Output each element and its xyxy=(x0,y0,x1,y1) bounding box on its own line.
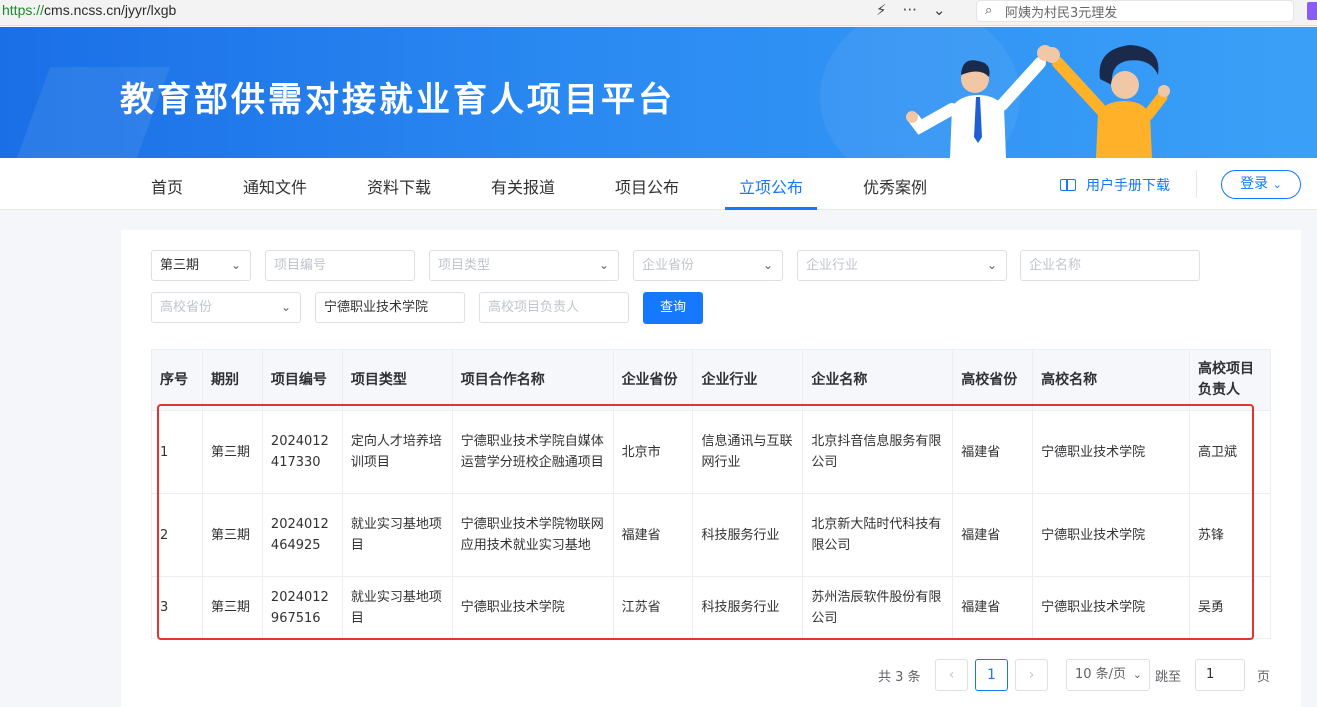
project-type-select[interactable]: 项目类型 ⌄ xyxy=(429,250,619,281)
table-header-row: 序号 期别 项目编号 项目类型 项目合作名称 企业省份 企业行业 企业名称 高校… xyxy=(151,349,1272,411)
chevron-down-icon: ⌄ xyxy=(598,258,609,272)
address-bar[interactable]: https://cms.ncss.cn/jyyr/lxgb xyxy=(2,2,176,18)
url-path: cms.ncss.cn/jyyr/lxgb xyxy=(44,2,177,18)
highlight-annotation-box xyxy=(157,404,1254,640)
school-province-placeholder: 高校省份 xyxy=(160,300,213,315)
extension-icon[interactable] xyxy=(1307,2,1317,20)
nav-item-home[interactable]: 首页 xyxy=(151,174,183,198)
school-province-select[interactable]: 高校省份 ⌄ xyxy=(151,292,301,323)
search-icon: ⌕ xyxy=(985,3,993,18)
browser-toolbar: https://cms.ncss.cn/jyyr/lxgb ⚡ ··· ⌄ ⌕ 阿姨… xyxy=(0,0,1317,26)
login-label: 登录 xyxy=(1240,176,1269,192)
url-scheme: https:// xyxy=(2,2,45,18)
jump-label: 跳至 xyxy=(1155,670,1182,685)
nav-item-approvals[interactable]: 立项公布 xyxy=(739,174,803,198)
col-header-company-name: 企业名称 xyxy=(802,349,954,411)
nav-item-notices[interactable]: 通知文件 xyxy=(243,174,307,198)
col-header-school-name: 高校名称 xyxy=(1032,349,1190,411)
page-size-value: 10 条/页 xyxy=(1075,667,1127,682)
school-name-value: 宁德职业技术学院 xyxy=(324,300,429,315)
site-banner: 教育部供需对接就业育人项目平台 xyxy=(0,27,1317,158)
manual-download-label: 用户手册下载 xyxy=(1086,178,1170,194)
school-leader-placeholder: 高校项目负责人 xyxy=(488,300,580,315)
school-name-input[interactable]: 宁德职业技术学院 xyxy=(315,292,465,323)
page-suffix-label: 页 xyxy=(1257,670,1271,685)
query-button[interactable]: 查询 xyxy=(643,292,703,324)
period-select[interactable]: 第三期 ⌄ xyxy=(151,250,251,281)
main-nav: 首页 通知文件 资料下载 有关报道 项目公布 立项公布 优秀案例 用户手册下载 … xyxy=(0,158,1317,210)
company-province-select[interactable]: 企业省份 ⌄ xyxy=(633,250,783,281)
more-icon[interactable]: ··· xyxy=(903,1,917,19)
chevron-down-icon: ⌄ xyxy=(986,258,997,272)
jump-page-input[interactable]: 1 xyxy=(1195,659,1245,691)
period-select-value: 第三期 xyxy=(160,258,200,273)
company-industry-select[interactable]: 企业行业 ⌄ xyxy=(797,250,1007,281)
school-leader-input[interactable]: 高校项目负责人 xyxy=(479,292,629,323)
nav-item-reports[interactable]: 有关报道 xyxy=(491,174,555,198)
col-header-company-industry: 企业行业 xyxy=(692,349,804,411)
chevron-down-icon: ⌄ xyxy=(1132,668,1142,681)
col-header-school-leader: 高校项目负责人 xyxy=(1188,349,1272,411)
browser-search-box[interactable]: ⌕ 阿姨为村民3元理发 xyxy=(976,0,1294,22)
chevron-down-icon[interactable]: ⌄ xyxy=(933,1,946,19)
company-name-input[interactable]: 企业名称 xyxy=(1020,250,1200,281)
col-header-school-province: 高校省份 xyxy=(952,349,1034,411)
manual-download-link[interactable]: 用户手册下载 xyxy=(1060,175,1170,195)
col-header-project-name: 项目合作名称 xyxy=(451,349,614,411)
nav-divider xyxy=(1196,170,1197,198)
nav-item-projects[interactable]: 项目公布 xyxy=(615,174,679,198)
page-size-select[interactable]: 10 条/页 ⌄ xyxy=(1066,659,1150,691)
project-number-input[interactable]: 项目编号 xyxy=(265,250,415,281)
page-number-button[interactable]: 1 xyxy=(975,659,1008,691)
chevron-down-icon: ⌄ xyxy=(762,258,773,272)
chevron-down-icon: ⌄ xyxy=(230,258,241,272)
col-header-company-province: 企业省份 xyxy=(612,349,694,411)
company-province-placeholder: 企业省份 xyxy=(642,258,695,273)
high-five-illustration-icon xyxy=(906,45,1170,158)
project-number-placeholder: 项目编号 xyxy=(274,258,327,273)
browser-icons: ⚡ ··· ⌄ xyxy=(876,1,961,19)
company-industry-placeholder: 企业行业 xyxy=(806,258,859,273)
book-icon xyxy=(1060,179,1076,191)
chevron-down-icon: ⌄ xyxy=(280,300,291,314)
project-type-placeholder: 项目类型 xyxy=(438,258,491,273)
company-name-placeholder: 企业名称 xyxy=(1029,258,1082,273)
nav-item-cases[interactable]: 优秀案例 xyxy=(863,174,927,198)
active-tab-indicator xyxy=(725,207,817,210)
next-page-button[interactable]: › xyxy=(1015,659,1048,691)
nav-item-downloads[interactable]: 资料下载 xyxy=(367,174,431,198)
chevron-down-icon: ⌄ xyxy=(1272,178,1282,191)
login-button[interactable]: 登录 ⌄ xyxy=(1221,170,1301,199)
col-header-project-no: 项目编号 xyxy=(261,349,343,411)
lightning-icon[interactable]: ⚡ xyxy=(876,1,887,19)
prev-page-button[interactable]: ‹ xyxy=(935,659,968,691)
col-header-period: 期别 xyxy=(201,349,263,411)
site-title: 教育部供需对接就业育人项目平台 xyxy=(120,80,675,120)
col-header-index: 序号 xyxy=(151,349,203,411)
pagination-total: 共 3 条 xyxy=(878,670,921,685)
col-header-project-type: 项目类型 xyxy=(341,349,453,411)
browser-search-text: 阿姨为村民3元理发 xyxy=(1005,6,1118,21)
